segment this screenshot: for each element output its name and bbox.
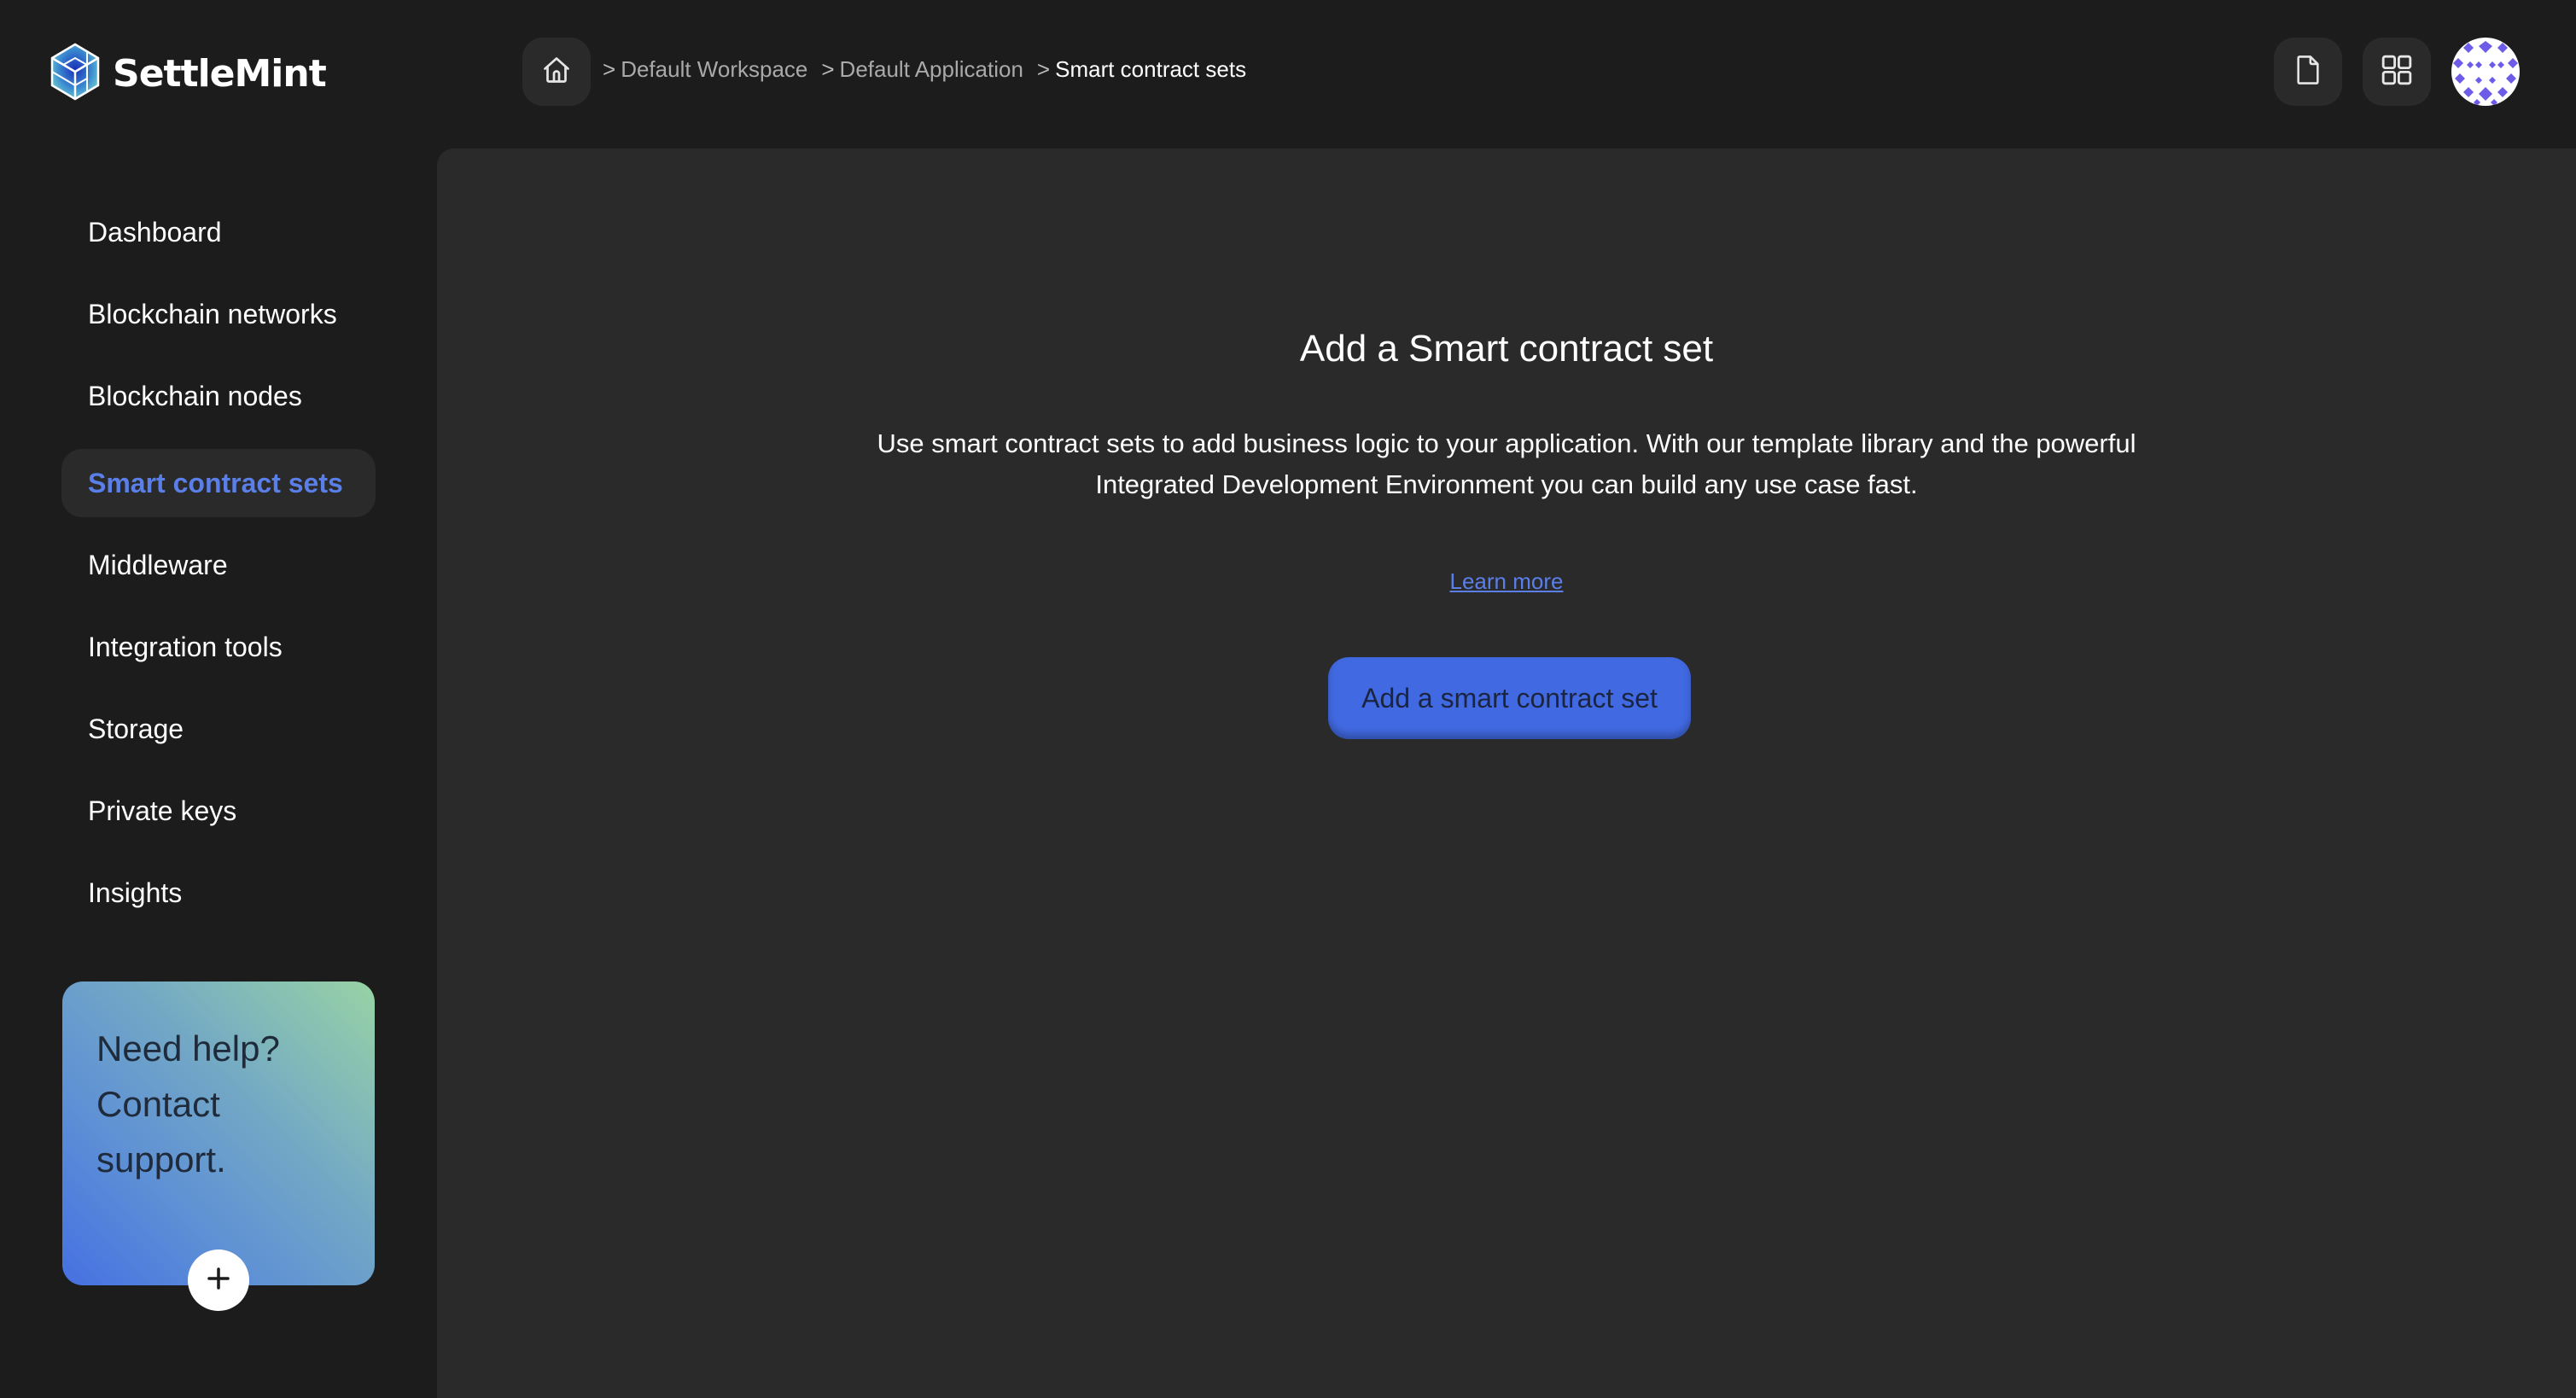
add-smart-contract-set-button[interactable]: Add a smart contract set xyxy=(1328,657,1691,739)
sidebar-item-label: Private keys xyxy=(88,795,237,826)
empty-state-description: Use smart contract sets to add business … xyxy=(437,423,2576,505)
breadcrumb-item-current: > Smart contract sets xyxy=(1037,56,1246,83)
sidebar-item-smart-contract-sets[interactable]: Smart contract sets xyxy=(61,449,376,517)
home-icon xyxy=(541,55,572,90)
sidebar-item-middleware[interactable]: Middleware xyxy=(61,531,376,599)
settlemint-logo-icon xyxy=(50,43,101,105)
sidebar-item-label: Smart contract sets xyxy=(88,467,343,498)
help-card: Need help? Contact support. xyxy=(62,982,375,1285)
breadcrumb-item-workspace[interactable]: > Default Workspace xyxy=(603,56,807,83)
main-panel: Add a Smart contract set Use smart contr… xyxy=(437,149,2576,1398)
sidebar-item-private-keys[interactable]: Private keys xyxy=(61,777,376,845)
sidebar-item-label: Blockchain nodes xyxy=(88,380,302,411)
description-line: Integrated Development Environment you c… xyxy=(1095,469,1918,499)
sidebar-item-label: Blockchain networks xyxy=(88,298,337,329)
learn-more-link: Learn more xyxy=(437,568,2576,595)
brand-name: SettleMint xyxy=(113,52,327,96)
learn-more-link-anchor[interactable]: Learn more xyxy=(1450,568,1564,594)
sidebar-item-blockchain-networks[interactable]: Blockchain networks xyxy=(61,280,376,348)
sidebar-item-integration-tools[interactable]: Integration tools xyxy=(61,613,376,681)
sidebar-item-blockchain-nodes[interactable]: Blockchain nodes xyxy=(61,362,376,430)
breadcrumb-label[interactable]: Default Workspace xyxy=(621,56,807,83)
breadcrumb-label: Smart contract sets xyxy=(1055,56,1247,82)
contact-support-button[interactable] xyxy=(188,1249,249,1311)
breadcrumb-item-application[interactable]: > Default Application xyxy=(821,56,1023,83)
breadcrumb-separator: > xyxy=(821,56,835,82)
documentation-button[interactable] xyxy=(2274,38,2342,106)
breadcrumb-separator: > xyxy=(603,56,616,82)
home-button[interactable] xyxy=(522,38,591,106)
sidebar-item-label: Integration tools xyxy=(88,631,283,662)
plus-icon xyxy=(206,1266,231,1296)
breadcrumb-label[interactable]: Default Application xyxy=(840,56,1023,83)
identicon-icon xyxy=(2453,41,2518,106)
sidebar-item-label: Dashboard xyxy=(88,216,222,248)
brand-logo[interactable]: SettleMint xyxy=(50,43,327,105)
sidebar-item-insights[interactable]: Insights xyxy=(61,859,376,927)
description-line: Use smart contract sets to add business … xyxy=(877,428,2136,458)
sidebar-item-label: Insights xyxy=(88,877,183,908)
sidebar-item-label: Middleware xyxy=(88,549,228,580)
page-title: Add a Smart contract set xyxy=(1299,328,1714,370)
help-card-text: Need help? Contact support. xyxy=(96,1028,280,1180)
sidebar-item-storage[interactable]: Storage xyxy=(61,695,376,763)
sidebar-item-dashboard[interactable]: Dashboard xyxy=(61,198,376,266)
apps-button[interactable] xyxy=(2363,38,2431,106)
breadcrumb-separator: > xyxy=(1036,56,1051,82)
breadcrumb: > Default Workspace > Default Applicatio… xyxy=(603,56,1260,83)
grid-icon xyxy=(2381,54,2413,90)
sidebar-item-label: Storage xyxy=(88,713,184,744)
document-icon xyxy=(2293,54,2322,90)
user-avatar[interactable] xyxy=(2451,38,2520,106)
